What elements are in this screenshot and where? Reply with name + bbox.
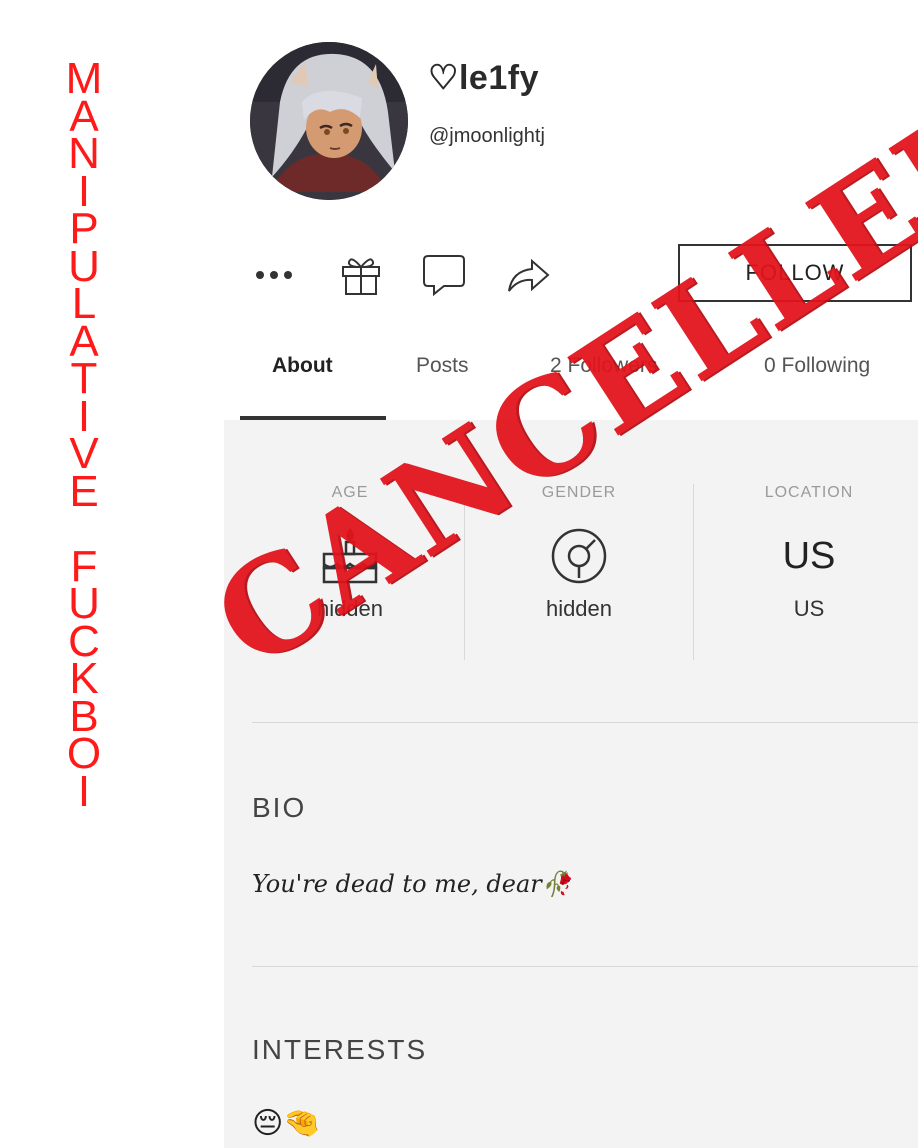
caption-letter: E bbox=[69, 466, 99, 516]
bio-title: BIO bbox=[252, 792, 307, 823]
interests-title: INTERESTS bbox=[252, 1034, 428, 1065]
stat-age: AGE hidden bbox=[235, 484, 465, 664]
more-icon[interactable] bbox=[252, 244, 302, 306]
stat-value: hidden bbox=[545, 596, 613, 621]
cake-icon bbox=[235, 516, 465, 596]
location-code-text: US bbox=[782, 535, 836, 577]
stat-gender: GENDER hidden bbox=[464, 484, 694, 664]
about-panel: AGE hidden GENDER hidden LOCATION US US … bbox=[224, 420, 918, 1148]
tab-about[interactable]: About bbox=[272, 354, 333, 378]
section-divider bbox=[252, 966, 918, 967]
tab-followers[interactable]: 2 Followers bbox=[550, 354, 657, 378]
avatar-image bbox=[250, 42, 408, 200]
tab-posts[interactable]: Posts bbox=[416, 354, 469, 378]
bio-text: You're dead to me, dear🥀 bbox=[252, 870, 572, 898]
username-handle: @jmoonlightj bbox=[429, 125, 545, 147]
interests-emojis: 😔🤏 bbox=[252, 1106, 321, 1141]
action-bar: FOLLOW bbox=[252, 244, 918, 306]
share-icon[interactable] bbox=[504, 244, 552, 306]
follow-button[interactable]: FOLLOW bbox=[678, 244, 912, 302]
side-caption: M A N I P U L A T I V E F U C K B O I bbox=[62, 57, 106, 816]
section-divider bbox=[252, 722, 918, 723]
stat-label: GENDER bbox=[541, 484, 617, 501]
location-code: US bbox=[694, 516, 918, 596]
stat-value: hidden bbox=[316, 596, 384, 621]
gender-icon bbox=[464, 516, 694, 596]
stat-value: US bbox=[793, 596, 825, 621]
tab-following[interactable]: 0 Following bbox=[764, 354, 870, 378]
profile-tabs: About Posts 2 Followers 0 Following bbox=[240, 340, 918, 420]
caption-letter: I bbox=[77, 766, 91, 816]
gift-icon[interactable] bbox=[338, 244, 384, 306]
avatar[interactable] bbox=[250, 42, 408, 200]
stat-location: LOCATION US US bbox=[694, 484, 918, 664]
stat-label: LOCATION bbox=[764, 484, 854, 501]
display-name: ♡le1fy bbox=[428, 59, 539, 97]
stat-label: AGE bbox=[331, 484, 369, 501]
message-icon[interactable] bbox=[420, 244, 468, 306]
